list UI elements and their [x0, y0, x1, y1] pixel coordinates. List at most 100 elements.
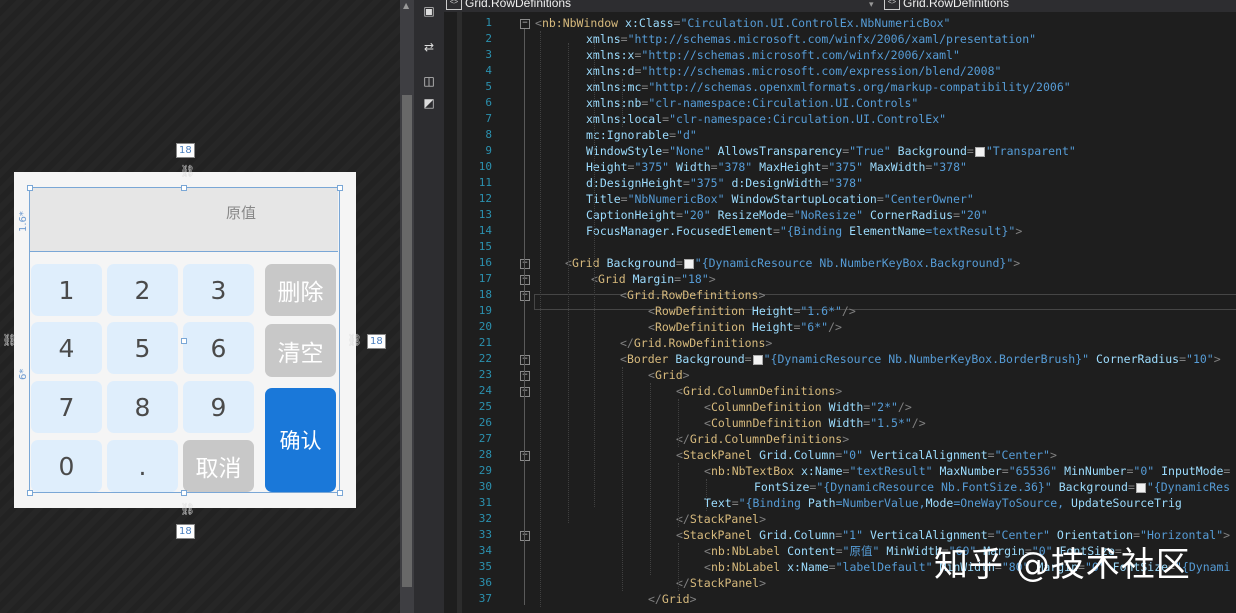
- code-line: mc:Ignorable="d": [586, 127, 697, 143]
- code-token: Grid.Column: [759, 448, 836, 462]
- chain-link-icon[interactable]: ⛓: [180, 502, 195, 516]
- code-token: Width: [828, 400, 864, 414]
- code-token: InputMode: [1161, 464, 1224, 478]
- code-token: Grid: [661, 592, 690, 606]
- code-token: Background: [897, 144, 967, 158]
- code-token: =NumberValue,: [835, 496, 926, 510]
- key-8[interactable]: 8: [107, 381, 178, 433]
- code-token: />: [828, 320, 842, 334]
- code-token: "20": [960, 208, 988, 222]
- key-1[interactable]: 1: [31, 264, 102, 316]
- resize-handle[interactable]: [27, 490, 33, 496]
- code-token: =textResult}: [925, 224, 1009, 238]
- delete-button[interactable]: 删除: [265, 264, 336, 316]
- member-dropdown[interactable]: <> Grid.RowDefinitions: [884, 0, 1009, 12]
- key-4[interactable]: 4: [31, 322, 102, 374]
- collapse-toggle-icon[interactable]: −: [520, 387, 530, 397]
- line-number: 24: [478, 384, 492, 397]
- key-3[interactable]: 3: [183, 264, 254, 316]
- line-number: 14: [478, 224, 492, 237]
- collapse-toggle-icon[interactable]: −: [520, 291, 530, 301]
- resize-handle[interactable]: [27, 185, 33, 191]
- swap-panes-icon[interactable]: ⇄: [422, 40, 436, 54]
- code-token: <: [704, 560, 711, 574]
- line-number: 20: [478, 320, 492, 333]
- chevron-down-icon[interactable]: ▾: [869, 0, 874, 12]
- indent-guide: [678, 463, 679, 527]
- line-number: 12: [478, 192, 492, 205]
- code-token: =OneWayToSource,: [953, 496, 1072, 510]
- resize-handle[interactable]: [337, 185, 343, 191]
- scroll-up-icon[interactable]: ▲: [403, 1, 409, 10]
- code-line: <RowDefinition Height="1.6*"/>: [648, 303, 856, 319]
- collapse-toggle-icon[interactable]: −: [520, 19, 530, 29]
- color-swatch: [752, 354, 763, 365]
- element-dropdown[interactable]: <> Grid.RowDefinitions: [446, 0, 571, 12]
- code-token: MaxHeight: [759, 160, 822, 174]
- code-token: >: [1223, 528, 1231, 542]
- clear-button[interactable]: 清空: [265, 324, 336, 377]
- margin-top-badge[interactable]: 18: [176, 143, 195, 158]
- key-0[interactable]: 0: [31, 440, 102, 492]
- code-token: <: [620, 352, 627, 366]
- indent-guide: [568, 43, 569, 523]
- code-token: "1.5*": [870, 416, 912, 430]
- code-token: "1.6*": [800, 304, 842, 318]
- line-number: 36: [478, 576, 492, 589]
- code-token: RowDefinition: [654, 320, 745, 334]
- collapse-toggle-icon[interactable]: −: [520, 451, 530, 461]
- code-token: "10": [1186, 352, 1214, 366]
- code-line: <Grid Margin="18">: [591, 271, 716, 287]
- grid-toggle-icon[interactable]: ▣: [422, 4, 436, 18]
- code-token: "65536": [1008, 464, 1058, 478]
- margin-bottom-badge[interactable]: 18: [176, 524, 195, 539]
- chain-link-icon[interactable]: ⛓: [180, 164, 195, 178]
- line-number: 11: [478, 176, 492, 189]
- key-7[interactable]: 7: [31, 381, 102, 433]
- key-2[interactable]: 2: [107, 264, 178, 316]
- collapse-toggle-icon[interactable]: −: [520, 371, 530, 381]
- resize-handle[interactable]: [337, 490, 343, 496]
- collapse-toggle-icon[interactable]: −: [520, 355, 530, 365]
- xaml-designer-surface[interactable]: 原值 1 2 3 4 5 6 7 8 9 0. 删除 清空 取消 确认 18 ⛓ 18 ⛓ 18 ⛓ ⛓ …: [0, 0, 400, 613]
- code-token: Height: [751, 304, 794, 318]
- margin-right-badge[interactable]: 18: [367, 334, 386, 349]
- key-6[interactable]: 6: [183, 322, 254, 374]
- code-token: <: [648, 304, 655, 318]
- resize-handle[interactable]: [181, 490, 187, 496]
- effects-icon[interactable]: ◩: [422, 96, 436, 110]
- code-token: CornerRadius: [869, 208, 954, 222]
- key-5[interactable]: 5: [107, 322, 178, 374]
- xaml-code-editor[interactable]: 1 2 3 4 5 6 7 8 9 10 11 12 13 14 15 16 17 18 19 20 21 22 23 24 2…: [444, 12, 1236, 613]
- confirm-button[interactable]: 确认: [265, 388, 336, 492]
- scrollbar-thumb[interactable]: [402, 95, 412, 587]
- collapse-toggle-icon[interactable]: −: [520, 275, 530, 285]
- resize-handle[interactable]: [181, 338, 187, 344]
- designer-toolstrip: ▣ ⇄ ◫ ◩: [414, 0, 444, 613]
- code-token: </: [620, 336, 634, 350]
- resize-handle[interactable]: [181, 185, 187, 191]
- code-token: >: [758, 288, 766, 302]
- chain-link-icon[interactable]: ⛓: [347, 333, 362, 347]
- cancel-button[interactable]: 取消: [183, 440, 254, 492]
- code-token: =: [1179, 352, 1187, 366]
- code-token: >: [759, 576, 767, 590]
- collapse-toggle-icon[interactable]: −: [520, 259, 530, 269]
- snap-icon[interactable]: ◫: [422, 74, 436, 88]
- editor-margin: [457, 12, 462, 613]
- key-dot[interactable]: .: [107, 440, 178, 492]
- code-token: >: [1013, 256, 1021, 270]
- chain-link-icon[interactable]: ⛓: [2, 333, 17, 347]
- code-token: =: [1001, 464, 1009, 478]
- code-line: FontSize="{DynamicResource Nb.FontSize.3…: [754, 479, 1230, 495]
- designer-scrollbar[interactable]: ▲: [400, 0, 414, 613]
- collapse-toggle-icon[interactable]: −: [520, 531, 530, 541]
- line-number: 4: [485, 64, 492, 77]
- code-token: RowDefinition: [654, 304, 745, 318]
- code-token: >: [759, 512, 767, 526]
- key-9[interactable]: 9: [183, 381, 254, 433]
- code-token: =: [675, 256, 683, 270]
